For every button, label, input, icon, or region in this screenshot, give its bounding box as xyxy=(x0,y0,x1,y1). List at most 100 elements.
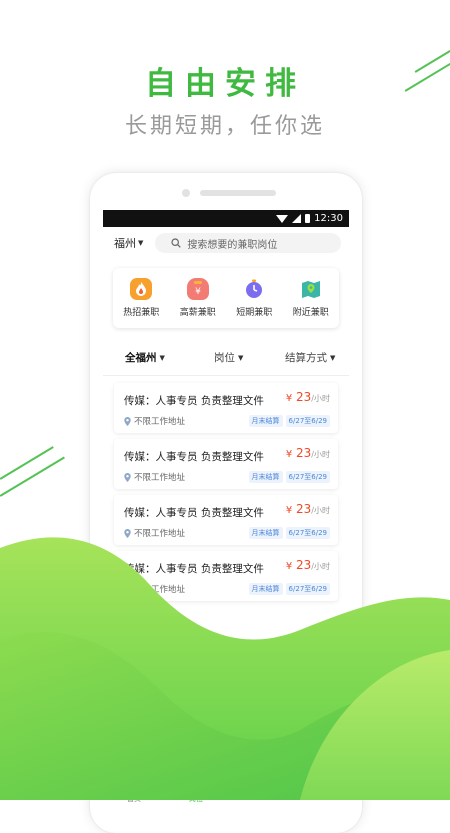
filter-bar: 全福州 ▼ 岗位 ▼ 结算方式 ▼ xyxy=(103,350,349,370)
job-card[interactable]: 传媒：人事专员 负责整理文件 ¥ 23/小时 不限工作地址 月末结算 6/27至… xyxy=(114,551,338,601)
phone-speaker xyxy=(200,190,276,196)
category-hot[interactable]: 热招兼职 xyxy=(113,268,170,328)
job-location: 不限工作地址 xyxy=(124,527,185,539)
search-input[interactable]: 搜索想要的兼职岗位 xyxy=(155,233,342,253)
job-tags: 月末结算 6/27至6/29 xyxy=(248,583,330,595)
phone-screen: 12:30 福州 ▼ 搜索想要的兼职岗位 热招兼职 ¥ 高薪兼职 短期兼职 附近… xyxy=(103,210,349,810)
flame-icon xyxy=(130,278,153,300)
job-title: 传媒：人事专员 负责整理文件 xyxy=(124,563,264,575)
job-card[interactable]: 传媒：人事专员 负责整理文件 ¥ 23/小时 不限工作地址 月末结算 6/27至… xyxy=(114,383,338,433)
filter-area[interactable]: 全福州 ▼ xyxy=(125,350,165,365)
decorative-line xyxy=(0,446,54,480)
signal-icon xyxy=(292,214,302,223)
tab-home[interactable]: 首页 xyxy=(103,778,165,810)
location-pin-icon xyxy=(124,584,131,594)
category-label: 附近兼职 xyxy=(292,308,329,318)
job-tags: 月末结算 6/27至6/29 xyxy=(248,471,330,483)
category-short-term[interactable]: 短期兼职 xyxy=(226,268,283,328)
date-tag: 6/27至6/29 xyxy=(285,415,330,427)
job-price: ¥ 23/小时 xyxy=(286,558,330,572)
job-tags: 月末结算 6/27至6/29 xyxy=(248,415,330,427)
job-card[interactable]: 传媒：人事专员 负责整理文件 ¥ 23/小时 不限工作地址 月末结算 6/27至… xyxy=(114,439,338,489)
status-bar: 12:30 xyxy=(103,210,349,227)
location-pin-icon xyxy=(124,528,131,538)
location-text: 不限工作地址 xyxy=(134,529,186,539)
settlement-tag: 月末结算 xyxy=(248,471,283,483)
caret-down-icon: ▼ xyxy=(330,353,336,362)
caret-down-icon: ▼ xyxy=(159,353,165,362)
category-panel: 热招兼职 ¥ 高薪兼职 短期兼职 附近兼职 xyxy=(113,268,339,328)
job-price: ¥ 23/小时 xyxy=(286,390,330,404)
filter-position[interactable]: 岗位 ▼ xyxy=(214,350,243,365)
tab-label: 岗位 xyxy=(189,795,203,803)
search-icon xyxy=(171,238,182,248)
settlement-tag: 月末结算 xyxy=(248,415,283,427)
battery-icon xyxy=(305,214,311,223)
filter-settlement[interactable]: 结算方式 ▼ xyxy=(285,350,335,365)
tab-bar: 首页 岗位 xyxy=(103,778,349,810)
currency-symbol: ¥ xyxy=(285,505,293,516)
decorative-line xyxy=(0,456,65,497)
tab-positions[interactable]: 岗位 xyxy=(165,778,227,810)
currency-symbol: ¥ xyxy=(285,393,293,404)
location-text: 不限工作地址 xyxy=(134,585,186,595)
status-time: 12:30 xyxy=(314,213,343,224)
price-value: 23 xyxy=(296,390,312,404)
job-card[interactable]: 传媒：人事专员 负责整理文件 ¥ 23/小时 不限工作地址 月末结算 6/27至… xyxy=(114,495,338,545)
location-pin-icon xyxy=(124,416,131,426)
price-value: 23 xyxy=(296,502,312,516)
phone-frame: 12:30 福州 ▼ 搜索想要的兼职岗位 热招兼职 ¥ 高薪兼职 短期兼职 附近… xyxy=(90,173,362,833)
city-label: 福州 xyxy=(114,237,136,250)
job-location: 不限工作地址 xyxy=(124,471,185,483)
map-pin-icon xyxy=(300,278,322,300)
money-bag-icon: ¥ xyxy=(186,278,209,300)
price-value: 23 xyxy=(296,446,312,460)
caret-down-icon: ▼ xyxy=(138,239,144,247)
category-nearby[interactable]: 附近兼职 xyxy=(283,268,340,328)
city-selector[interactable]: 福州 ▼ xyxy=(114,235,143,251)
search-placeholder: 搜索想要的兼职岗位 xyxy=(187,239,278,251)
job-list: 传媒：人事专员 负责整理文件 ¥ 23/小时 不限工作地址 月末结算 6/27至… xyxy=(114,383,338,607)
filter-label: 岗位 xyxy=(214,352,235,364)
job-price: ¥ 23/小时 xyxy=(286,502,330,516)
job-location: 不限工作地址 xyxy=(124,583,185,595)
job-location: 不限工作地址 xyxy=(124,415,185,427)
caret-down-icon: ▼ xyxy=(238,353,244,362)
currency-symbol: ¥ xyxy=(285,449,293,460)
job-price: ¥ 23/小时 xyxy=(286,446,330,460)
briefcase-icon xyxy=(189,782,203,794)
category-label: 热招兼职 xyxy=(123,308,160,318)
category-high-pay[interactable]: ¥ 高薪兼职 xyxy=(170,268,227,328)
date-tag: 6/27至6/29 xyxy=(285,527,330,539)
filter-divider xyxy=(103,375,349,376)
location-text: 不限工作地址 xyxy=(134,473,186,483)
price-unit: /小时 xyxy=(311,394,330,403)
home-icon xyxy=(128,782,140,794)
category-label: 短期兼职 xyxy=(236,308,273,318)
promo-subline: 长期短期，任你选 xyxy=(124,114,325,139)
price-value: 23 xyxy=(296,558,312,572)
filter-label: 全福州 xyxy=(125,352,157,364)
location-text: 不限工作地址 xyxy=(134,417,186,427)
search-row: 福州 ▼ 搜索想要的兼职岗位 xyxy=(103,227,349,259)
job-title: 传媒：人事专员 负责整理文件 xyxy=(124,395,264,407)
currency-symbol: ¥ xyxy=(285,561,293,572)
location-pin-icon xyxy=(124,472,131,482)
promo-headline: 自由安排 xyxy=(145,66,305,102)
price-unit: /小时 xyxy=(311,562,330,571)
svg-text:¥: ¥ xyxy=(195,287,201,297)
category-label: 高薪兼职 xyxy=(179,308,216,318)
wifi-icon xyxy=(276,214,289,223)
job-title: 传媒：人事专员 负责整理文件 xyxy=(124,451,264,463)
settlement-tag: 月末结算 xyxy=(248,527,283,539)
price-unit: /小时 xyxy=(311,450,330,459)
filter-label: 结算方式 xyxy=(285,352,327,364)
stopwatch-icon xyxy=(243,278,265,300)
phone-camera xyxy=(182,189,190,197)
tab-label: 首页 xyxy=(127,795,141,803)
settlement-tag: 月末结算 xyxy=(248,583,283,595)
job-tags: 月末结算 6/27至6/29 xyxy=(248,527,330,539)
job-title: 传媒：人事专员 负责整理文件 xyxy=(124,507,264,519)
date-tag: 6/27至6/29 xyxy=(285,471,330,483)
price-unit: /小时 xyxy=(311,506,330,515)
